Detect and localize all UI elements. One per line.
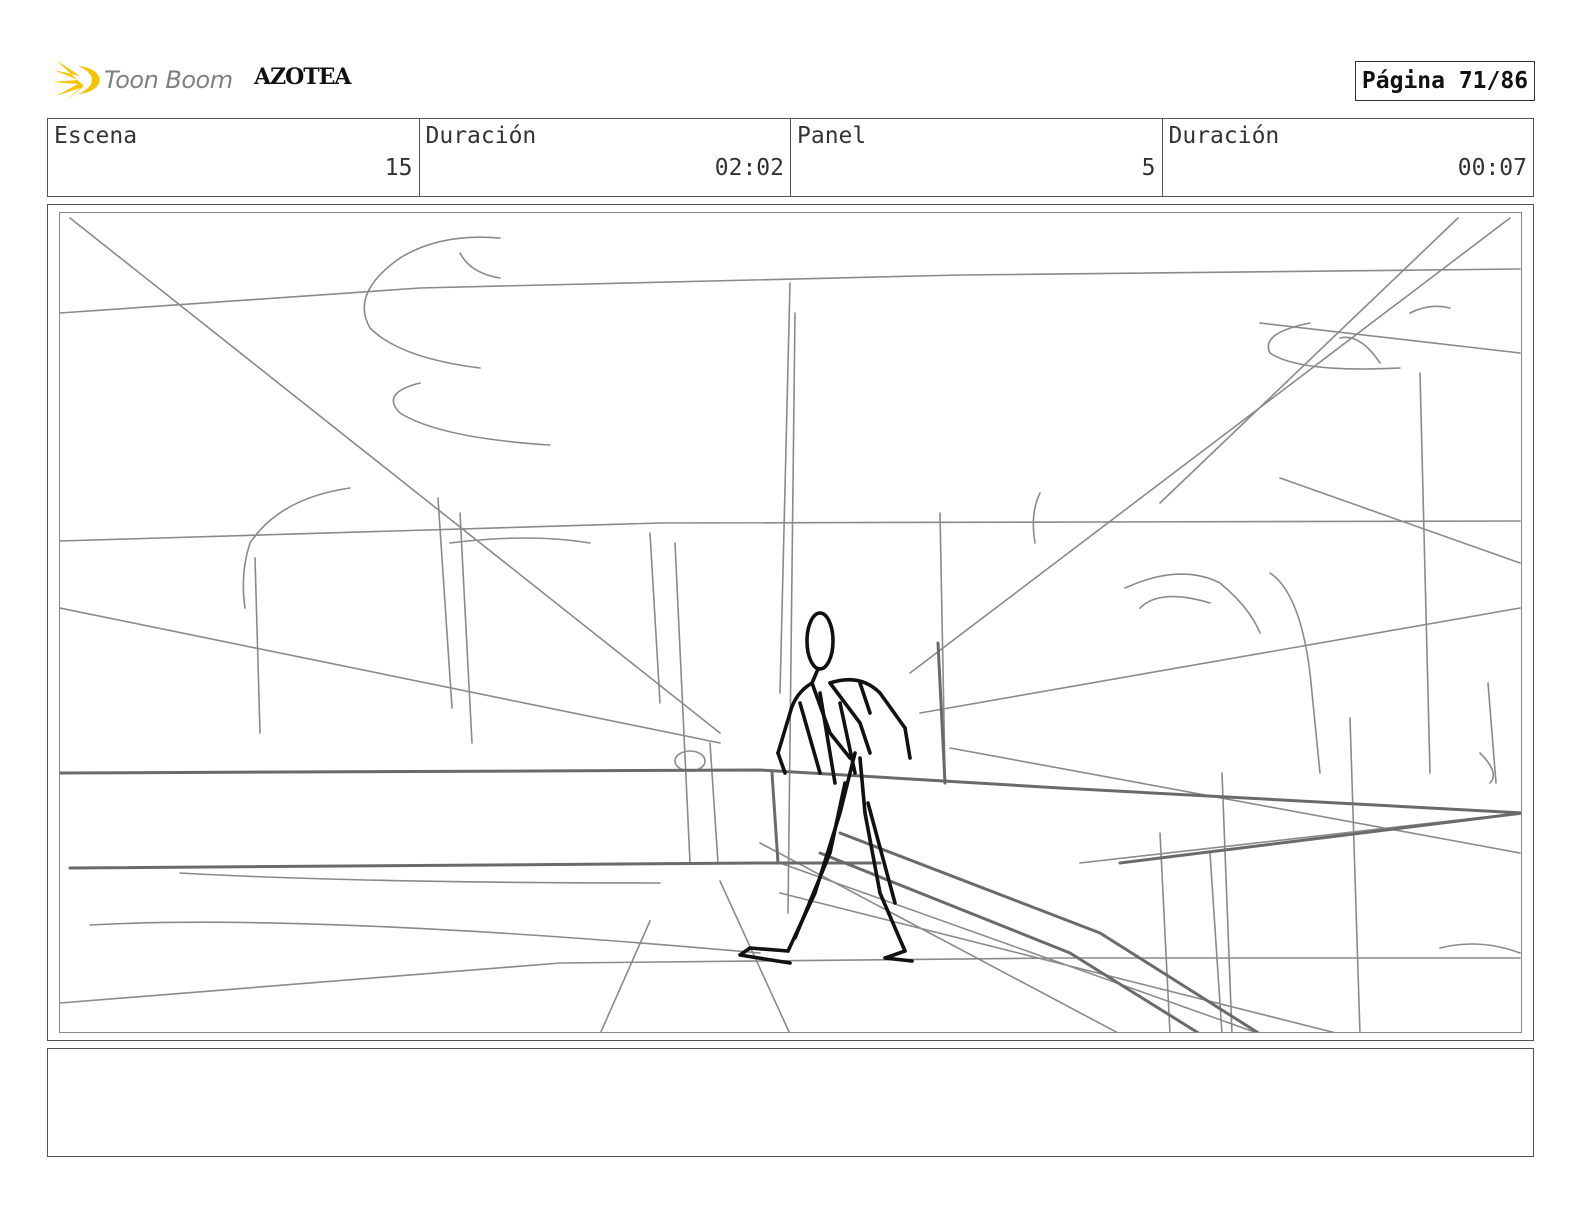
scene-duration-cell: Duración 02:02 (420, 119, 791, 196)
panel-duration-cell: Duración 00:07 (1163, 119, 1534, 196)
scene-info-table: Escena 15 Duración 02:02 Panel 5 Duració… (47, 118, 1534, 197)
panel-duration-label: Duración (1168, 123, 1280, 149)
page-indicator: Página 71/86 (1355, 61, 1535, 101)
storyboard-drawing-area (59, 212, 1522, 1033)
scene-value: 15 (384, 155, 413, 181)
panel-notes-box (47, 1048, 1534, 1157)
panel-label: Panel (797, 123, 867, 149)
scene-duration-value: 02:02 (714, 155, 784, 181)
toon-boom-logo: Toon Boom (50, 54, 240, 106)
scene-label: Escena (54, 123, 138, 149)
panel-cell: Panel 5 (791, 119, 1163, 196)
scene-cell: Escena 15 (48, 119, 420, 196)
panel-duration-value: 00:07 (1457, 155, 1527, 181)
logo-text: Toon Boom (104, 66, 233, 94)
panel-value: 5 (1141, 155, 1156, 181)
rooftop-sketch (60, 217, 1521, 1032)
sun-burst-icon (52, 60, 100, 102)
storyboard-panel-frame (47, 204, 1534, 1041)
project-title: AZOTEA (254, 64, 352, 90)
scene-duration-label: Duración (425, 123, 537, 149)
